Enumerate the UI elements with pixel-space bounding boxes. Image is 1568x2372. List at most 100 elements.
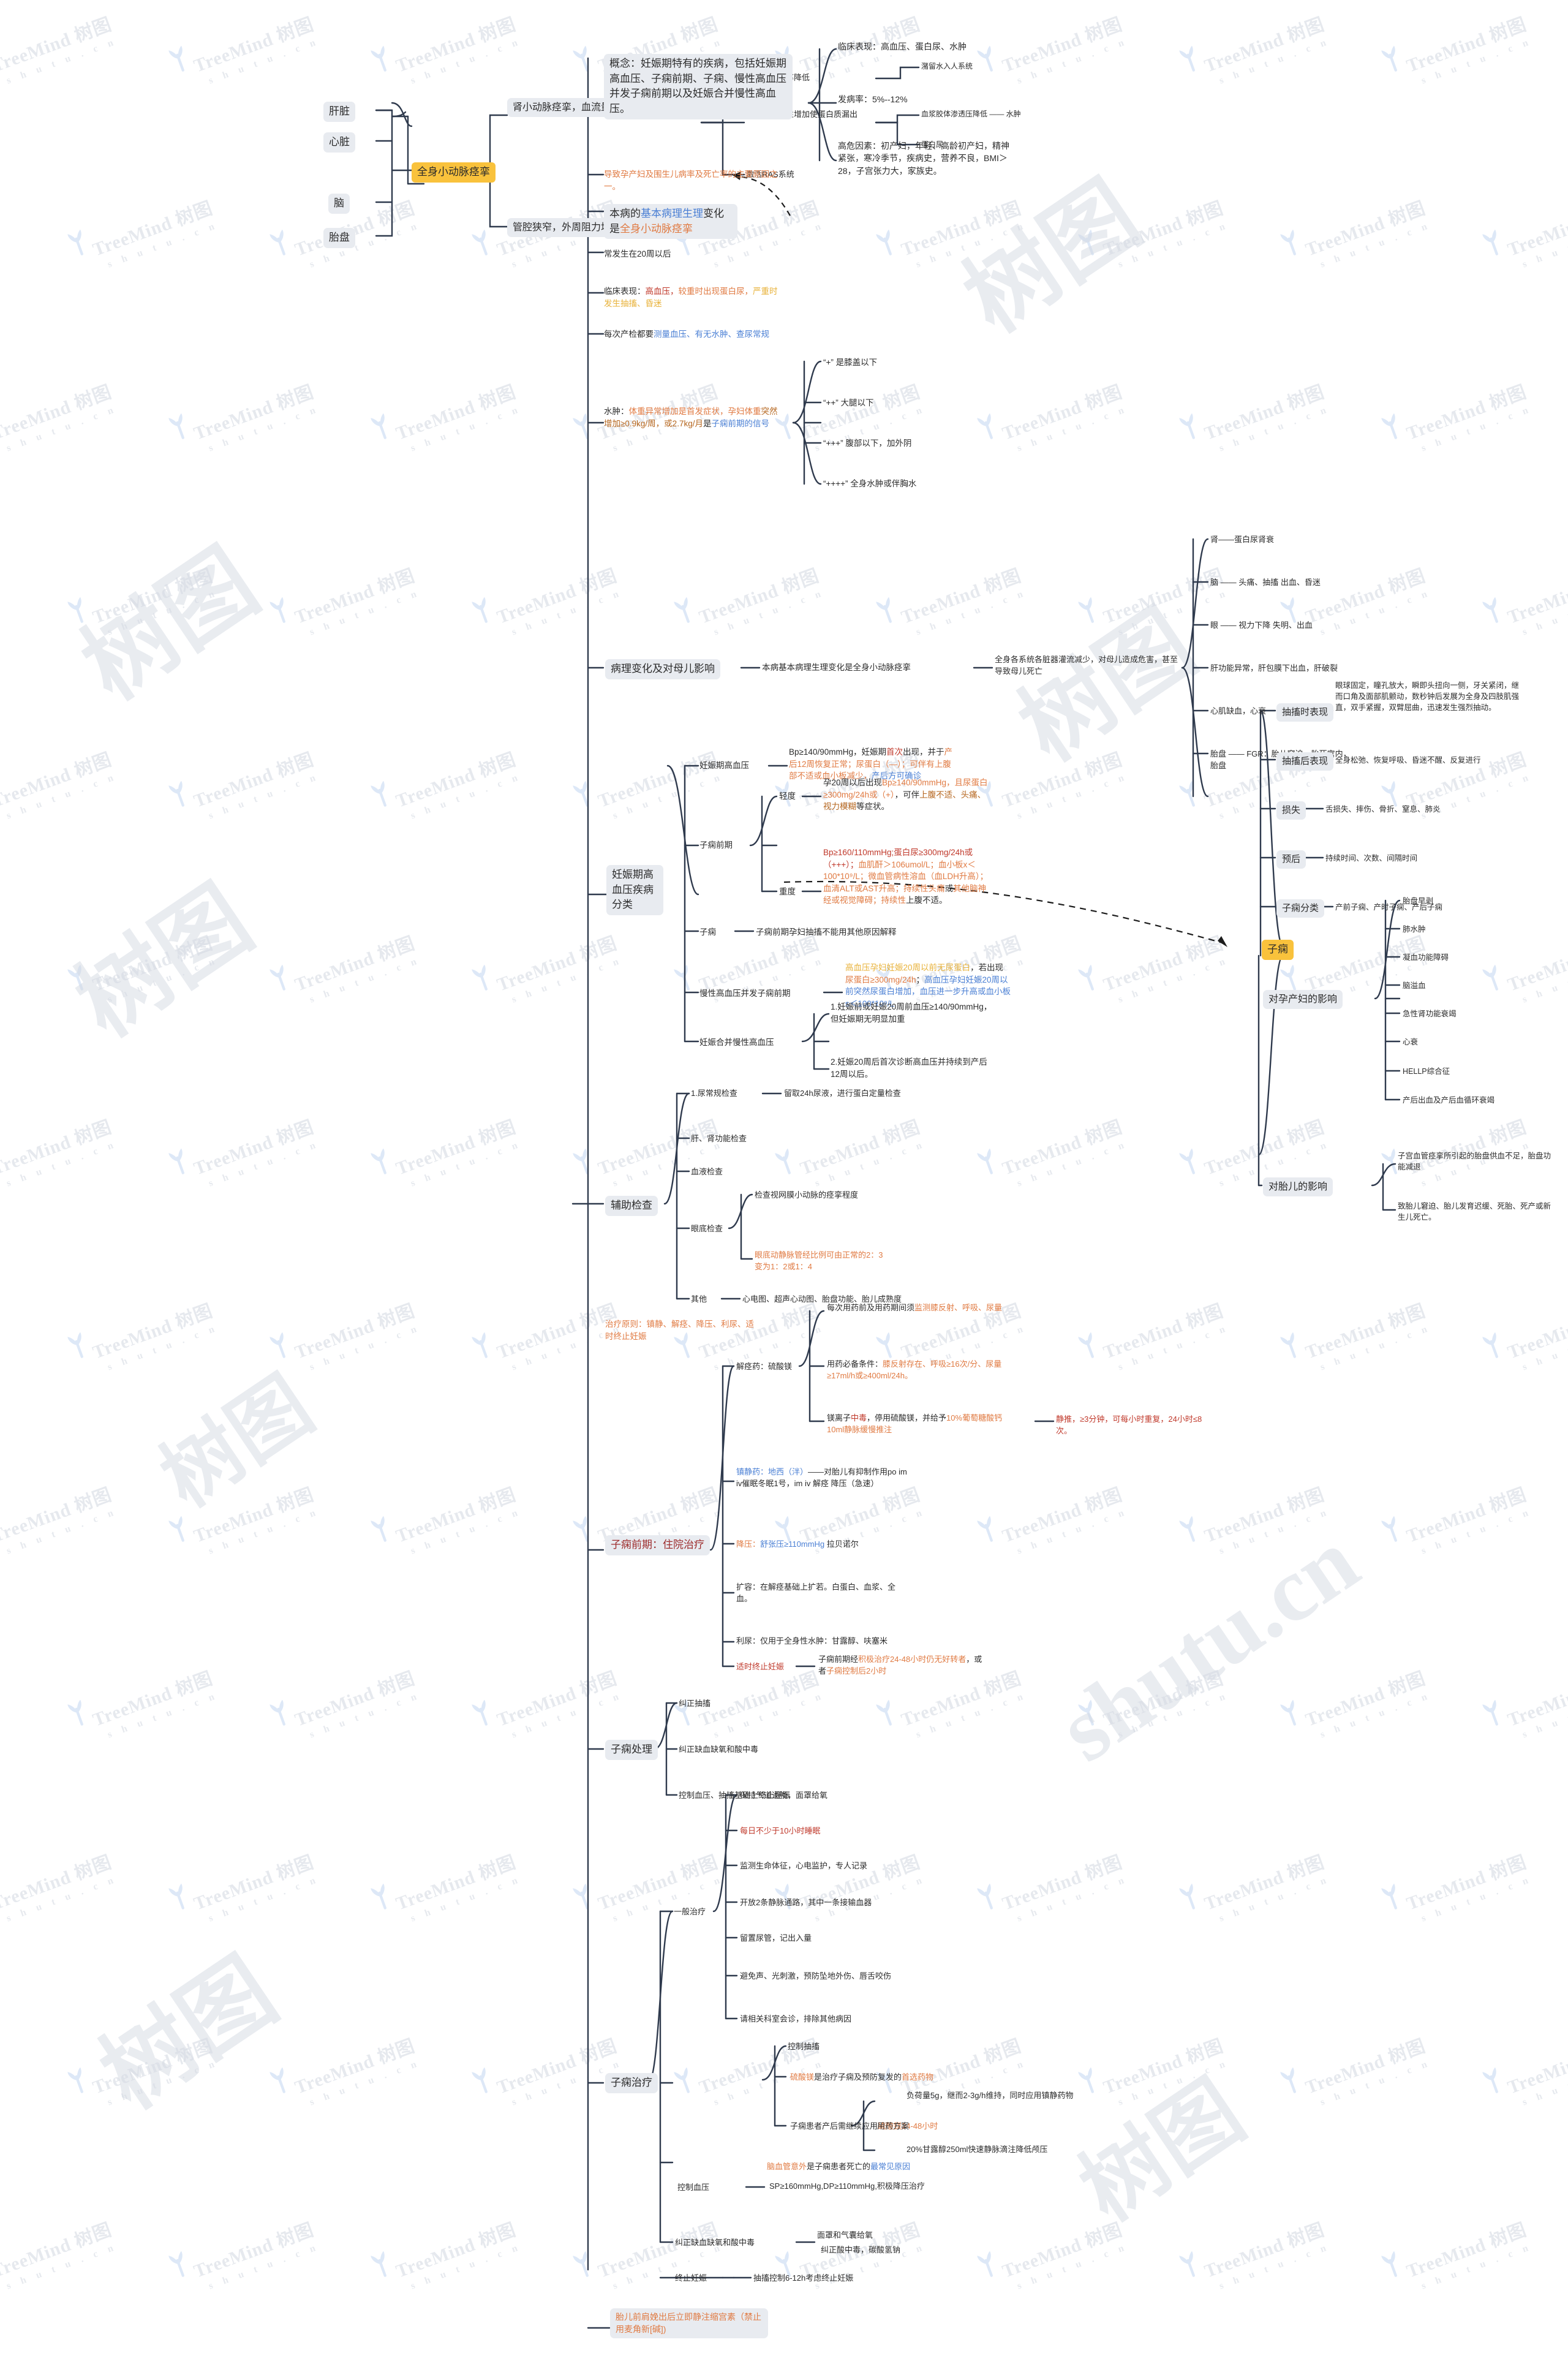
- node-diuretic[interactable]: 利尿：仅用于全身性水肿：甘露醇、呋塞米: [736, 1636, 902, 1647]
- node-edema[interactable]: 水肿：体重异常增加是首发症状，孕妇体重突然增加≥0.9kg/周，或2.7kg/月…: [604, 406, 782, 429]
- node-preeclampsia-mild[interactable]: 孕20周以后出现Bp≥140/90mmHg，且尿蛋白≥300mg/24h或（+）…: [823, 777, 989, 813]
- node-chronic-ht-1[interactable]: 1.妊娠前或妊娠20周前血压≥140/90mmHg，但妊娠期无明显加重: [831, 1001, 993, 1025]
- node-edema-grade-1[interactable]: “+” 是膝盖以下: [823, 357, 877, 369]
- node-eclampsia-def[interactable]: 子痫前期孕妇抽搐不能用其他原因解释: [756, 926, 897, 939]
- node-eclampsia-therapy[interactable]: 子痫治疗: [605, 2073, 658, 2093]
- node-control-bp-detail[interactable]: SP≥160mmHg,DP≥110mmHg,积极降压治疗: [769, 2181, 947, 2193]
- node-mag-child-3[interactable]: 镁离子中毒，停用硫酸镁，并给予10%葡萄糖酸钙10ml静脉缓慢推注: [827, 1413, 1005, 1436]
- node-preeclampsia-severe[interactable]: Bp≥160/110mmHg;蛋白尿≥300mg/24h或（+++）；血肌酐＞1…: [823, 847, 992, 907]
- node-aux-fundus[interactable]: 眼底检查: [691, 1223, 723, 1235]
- node-onset-time[interactable]: 常发生在20周以后: [604, 248, 671, 260]
- node-eclampsia[interactable]: 子痫: [1262, 940, 1294, 960]
- node-injury-title[interactable]: 损失: [1276, 801, 1306, 820]
- node-maternal-2[interactable]: 肺水肿: [1403, 924, 1426, 935]
- node-aux-liver-kidney[interactable]: 肝、肾功能检查: [691, 1133, 747, 1145]
- node-edema-grade-2[interactable]: “++” 大腿以下: [823, 397, 874, 409]
- node-prognosis-title[interactable]: 预后: [1276, 850, 1306, 869]
- node-organ-liver-damage[interactable]: 肝功能异常，肝包膜下出血，肝破裂: [1210, 663, 1338, 674]
- node-gestational-ht-title[interactable]: 妊娠期高血压: [699, 760, 749, 772]
- node-aux-fundus-1[interactable]: 检查视网膜小动脉的痉挛程度: [755, 1190, 858, 1201]
- node-gen-6[interactable]: 避免声、光刺激，预防坠地外伤、唇舌咬伤: [740, 1971, 891, 1982]
- node-control-bp-note[interactable]: 脑血管意外是子痫患者死亡的最常见原因: [767, 2161, 944, 2173]
- node-systemic-arteriolar-spasm[interactable]: 全身小动脉痉挛: [412, 162, 496, 183]
- node-gen-2[interactable]: 每日不少于10小时睡眠: [740, 1826, 820, 1837]
- node-regimen-title[interactable]: 用药方案: [877, 2121, 909, 2132]
- node-concept-incidence[interactable]: 发病率：5%--12%: [838, 93, 908, 105]
- node-mag-child-1[interactable]: 每次用药前及用药期间须监测膝反射、呼吸、尿量: [827, 1302, 1005, 1314]
- node-concept-clinical[interactable]: 临床表现：高血压、蛋白尿、水肿: [838, 40, 967, 53]
- node-post-seizure-text[interactable]: 全身松弛、恢复呼吸、昏迷不醒、反复进行: [1335, 755, 1519, 766]
- node-aux-other[interactable]: 其他: [691, 1294, 707, 1305]
- node-concept-note[interactable]: 导致孕产妇及围生儿病率及死亡率的主要原因之一。: [604, 168, 782, 192]
- node-preeclampsia-mild-label[interactable]: 轻度: [779, 790, 796, 803]
- node-preeclampsia-severe-label[interactable]: 重度: [779, 886, 796, 898]
- node-volume-expansion[interactable]: 扩容：在解痉基础上扩若。白蛋白、血浆、全血。: [736, 1582, 895, 1605]
- node-post-seizure-title[interactable]: 抽搐后表现: [1276, 752, 1334, 771]
- node-gen-1[interactable]: 保持气道通畅，面罩给氧: [740, 1790, 827, 1802]
- node-classification[interactable]: 妊娠期高血压疾病分类: [606, 865, 663, 915]
- node-concept-box[interactable]: 概念：妊娠期特有的疾病，包括妊娠期高血压、子痫前期、子痫、慢性高血压并发子痫前期…: [604, 54, 793, 119]
- node-chronic-ht-2[interactable]: 2.妊娠20周后首次诊断高血压并持续到产后12周以后。: [831, 1056, 993, 1080]
- node-maternal-6[interactable]: 心衰: [1403, 1037, 1418, 1048]
- node-maternal-7[interactable]: HELLP综合征: [1403, 1066, 1450, 1077]
- node-maternal-5[interactable]: 急性肾功能衰竭: [1403, 1008, 1457, 1019]
- node-general-therapy-title[interactable]: 一般治疗: [674, 1906, 706, 1918]
- node-seizure-presentation-title[interactable]: 抽搐时表现: [1276, 703, 1334, 722]
- node-pathology-mid[interactable]: 本病基本病理生理变化是全身小动脉痉挛: [762, 662, 911, 674]
- node-organ-eye[interactable]: 眼 —— 视力下降 失明、出血: [1210, 620, 1313, 632]
- node-aux-urine-detail[interactable]: 留取24h尿液，进行蛋白定量检查: [784, 1088, 901, 1100]
- node-correct-2[interactable]: 纠正酸中毒，碳酸氢钠: [821, 2245, 900, 2256]
- node-gen-3[interactable]: 监测生命体征，心电监护，专人记录: [740, 1860, 867, 1872]
- node-seizure-presentation-text[interactable]: 眼球固定，瞳孔放大，瞬即头扭向一侧，牙关紧闭，继而口角及面部肌颤动，数秒钟后发展…: [1335, 680, 1519, 713]
- node-concept-risk-factors[interactable]: 高危因素：初产妇，年轻、高龄初产妇，精神紧张，寒冷季节，疾病史，营养不良，BMI…: [838, 140, 1016, 177]
- organ-heart[interactable]: 心脏: [323, 132, 355, 153]
- node-mag-iv-push[interactable]: 静推，≥3分钟，可每小时重复，24小时≤8次。: [1056, 1414, 1209, 1437]
- node-treatment-principle[interactable]: 治疗原则：镇静、解痉、降压、利尿、适时终止妊娠: [605, 1318, 758, 1342]
- node-gen-4[interactable]: 开放2条静脉通路，其中一条接输血器: [740, 1897, 872, 1909]
- node-ecl-mgmt-2[interactable]: 纠正缺血缺氧和酸中毒: [679, 1744, 758, 1756]
- node-colloid-osmotic-drop[interactable]: 血浆胶体渗透压降低 —— 水肿: [921, 109, 1021, 119]
- organ-placenta[interactable]: 胎盘: [323, 228, 355, 248]
- node-clinical-manifestation[interactable]: 临床表现：高血压，较重时出现蛋白尿，严重时发生抽搐、昏迷: [604, 285, 782, 309]
- node-terminate-detail[interactable]: 抽搐控制6-12h考虑终止妊娠: [753, 2273, 853, 2284]
- node-regimen-1[interactable]: 负荷量5g，继而2-3g/h维持，同时应用镇静药物: [907, 2090, 1084, 2102]
- node-terminate-pregnancy-title[interactable]: 适时终止妊娠: [736, 1661, 784, 1673]
- node-pathology-branch[interactable]: 病理变化及对母儿影响: [605, 659, 720, 679]
- organ-brain[interactable]: 脑: [328, 194, 350, 214]
- node-aux-blood[interactable]: 血液检查: [691, 1166, 723, 1178]
- node-chronic-ht-title[interactable]: 妊娠合并慢性高血压: [699, 1037, 774, 1049]
- organ-liver[interactable]: 肝脏: [323, 102, 355, 122]
- node-fetal-2[interactable]: 致胎儿窘迫、胎儿发育迟缓、死胎、死产或新生儿死亡。: [1398, 1201, 1557, 1223]
- node-antenatal-check[interactable]: 每次产检都要测量血压、有无水肿、查尿常规: [604, 328, 788, 341]
- node-fetal-1[interactable]: 子宫血管痉挛所引起的胎盘供血不足，胎盘功能减退: [1398, 1150, 1557, 1173]
- node-aux-fundus-2[interactable]: 眼底动静脉管经比例可由正常的2：3变为1：2或1：4: [755, 1250, 886, 1273]
- node-maternal-impact-title[interactable]: 对孕产妇的影响: [1263, 990, 1343, 1010]
- node-terminate-title[interactable]: 终止妊娠: [675, 2273, 707, 2284]
- node-antihypertensive[interactable]: 降压：舒张压≥110mmHg 拉贝诺尔: [736, 1539, 908, 1550]
- node-eclampsia-title-class[interactable]: 子痫: [699, 926, 716, 939]
- node-terminate-pregnancy-text[interactable]: 子痫前期经积极治疗24-48小时仍无好转者，或者子痫控制后2小时: [818, 1654, 990, 1677]
- node-maternal-3[interactable]: 凝血功能障碍: [1403, 952, 1449, 963]
- node-magnesium-title[interactable]: 解痉药：硫酸镁: [736, 1361, 792, 1373]
- node-eclampsia-classification-title[interactable]: 子痫分类: [1276, 899, 1325, 918]
- node-organ-brain[interactable]: 脑 —— 头痛、抽搐 出血、昏迷: [1210, 577, 1321, 589]
- node-auxiliary[interactable]: 辅助检查: [605, 1196, 658, 1216]
- node-eclampsia-management[interactable]: 子痫处理: [605, 1740, 658, 1760]
- node-regimen-2[interactable]: 20%甘露醇250ml快速静脉滴注降低颅压: [907, 2144, 1090, 2156]
- node-edema-grade-3[interactable]: “+++” 腹部以下，加外阴: [823, 437, 911, 450]
- node-control-bp-title[interactable]: 控制血压: [677, 2182, 709, 2194]
- node-maternal-1[interactable]: 胎盘早剥: [1403, 896, 1433, 907]
- node-maternal-4[interactable]: 脑溢血: [1403, 980, 1426, 991]
- node-footer-note[interactable]: 胎儿前肩娩出后立即静注缩宫素（禁止用麦角新[碱]): [610, 2308, 768, 2338]
- node-correct-title[interactable]: 纠正缺血缺氧和酸中毒: [675, 2237, 755, 2249]
- node-preeclampsia-title[interactable]: 子痫前期: [699, 839, 733, 852]
- node-edema-grade-4[interactable]: “++++” 全身水肿或伴胸水: [823, 478, 916, 490]
- node-chronic-pre-title[interactable]: 慢性高血压并发子痫前期: [699, 988, 791, 1000]
- node-organ-heart-damage[interactable]: 心肌缺血，心衰: [1210, 706, 1266, 717]
- node-aux-urine[interactable]: 1.尿常规检查: [691, 1088, 737, 1100]
- node-mag-child-2[interactable]: 用药必备条件：膝反射存在、呼吸≥16次/分、尿量≥17ml/h或≥400ml/2…: [827, 1359, 1005, 1382]
- node-fetal-impact-title[interactable]: 对胎儿的影响: [1263, 1177, 1333, 1197]
- node-gen-5[interactable]: 留置尿管，记出入量: [740, 1933, 812, 1944]
- node-organ-kidney[interactable]: 肾——蛋白尿肾衰: [1210, 534, 1274, 546]
- node-sedative[interactable]: 镇静药：地西（泮）——对胎儿有抑制作用po im iv催眠冬眠1号，im iv …: [736, 1467, 908, 1490]
